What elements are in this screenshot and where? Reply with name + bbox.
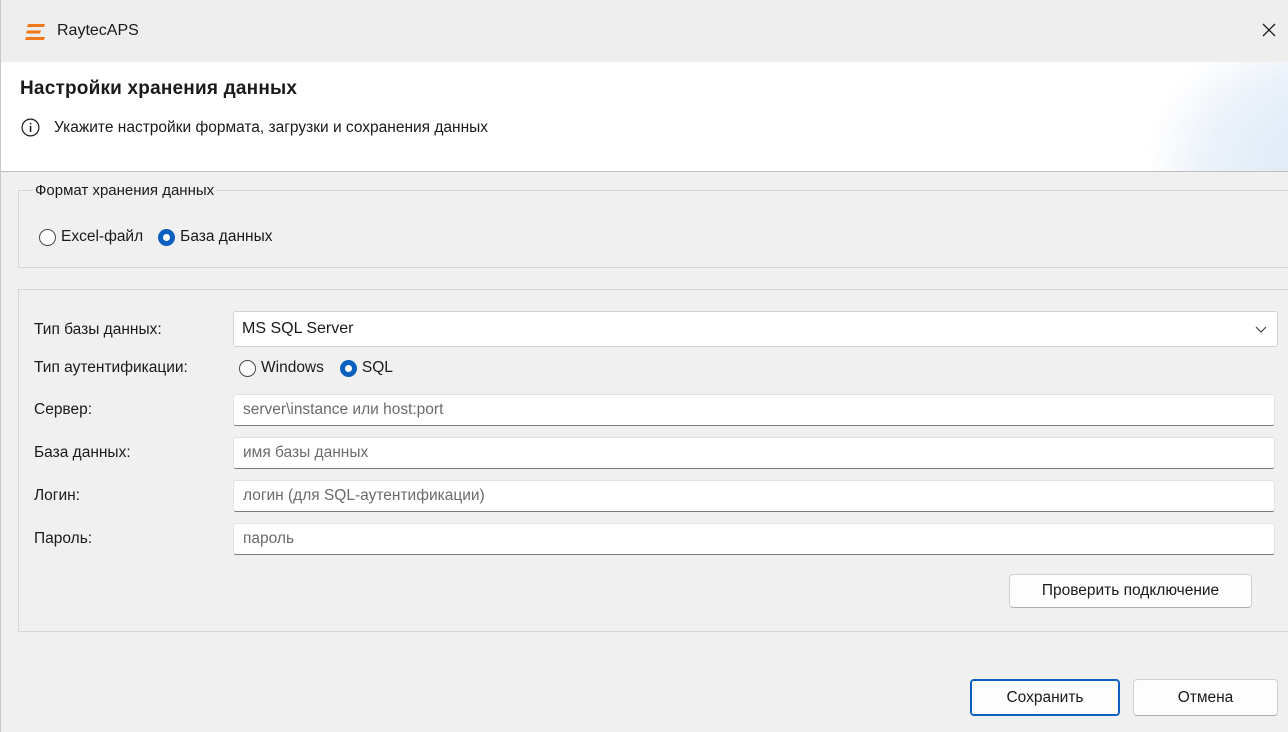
server-input[interactable] — [233, 394, 1275, 426]
title-bar: RaytecAPS — [1, 0, 1288, 62]
database-input[interactable] — [233, 437, 1275, 469]
dialog-header: Настройки хранения данных Укажите настро… — [1, 62, 1288, 172]
close-icon — [1262, 23, 1276, 37]
radio-auth-sql[interactable]: SQL — [339, 359, 393, 377]
info-icon — [21, 118, 40, 137]
login-label: Логин: — [34, 487, 80, 504]
db-type-select[interactable]: MS SQL Server — [233, 311, 1278, 347]
radio-excel-file-label: Excel-файл — [61, 228, 144, 245]
radio-checked-icon — [158, 228, 176, 246]
auth-type-label: Тип аутентификации: — [34, 359, 188, 376]
raytec-logo-icon — [25, 24, 45, 40]
radio-auth-sql-label: SQL — [361, 359, 393, 376]
settings-dialog: RaytecAPS Настройки хранения данных Укаж… — [0, 0, 1288, 732]
test-connection-button[interactable]: Проверить подключение — [1009, 574, 1252, 608]
radio-database[interactable]: База данных — [158, 228, 272, 246]
page-subtitle: Укажите настройки формата, загрузки и со… — [54, 119, 489, 136]
database-label: База данных: — [34, 444, 131, 461]
server-label: Сервер: — [34, 401, 93, 418]
close-button[interactable] — [1249, 10, 1288, 50]
window-title: RaytecAPS — [57, 22, 139, 39]
radio-excel-file[interactable]: Excel-файл — [39, 228, 143, 246]
save-button[interactable]: Сохранить — [970, 679, 1120, 716]
radio-unchecked-icon — [39, 228, 56, 246]
radio-auth-windows[interactable]: Windows — [239, 359, 324, 377]
storage-format-group: Формат хранения данных — [18, 182, 1288, 268]
radio-auth-windows-label: Windows — [261, 359, 324, 376]
login-input[interactable] — [233, 480, 1275, 512]
radio-database-label: База данных — [180, 228, 273, 245]
header-decoration — [1149, 62, 1288, 171]
password-label: Пароль: — [34, 530, 93, 547]
cancel-button[interactable]: Отмена — [1133, 679, 1278, 716]
page-title: Настройки хранения данных — [20, 78, 298, 99]
password-input[interactable] — [233, 523, 1275, 555]
chevron-down-icon — [1255, 326, 1267, 333]
db-type-label: Тип базы данных: — [34, 321, 162, 338]
radio-checked-icon — [339, 359, 357, 377]
db-type-value: MS SQL Server — [242, 320, 354, 337]
radio-unchecked-icon — [239, 359, 256, 377]
storage-format-legend: Формат хранения данных — [35, 182, 215, 199]
storage-format-options: Excel-файл База данных — [39, 228, 272, 246]
auth-type-options: Windows SQL — [239, 359, 393, 377]
